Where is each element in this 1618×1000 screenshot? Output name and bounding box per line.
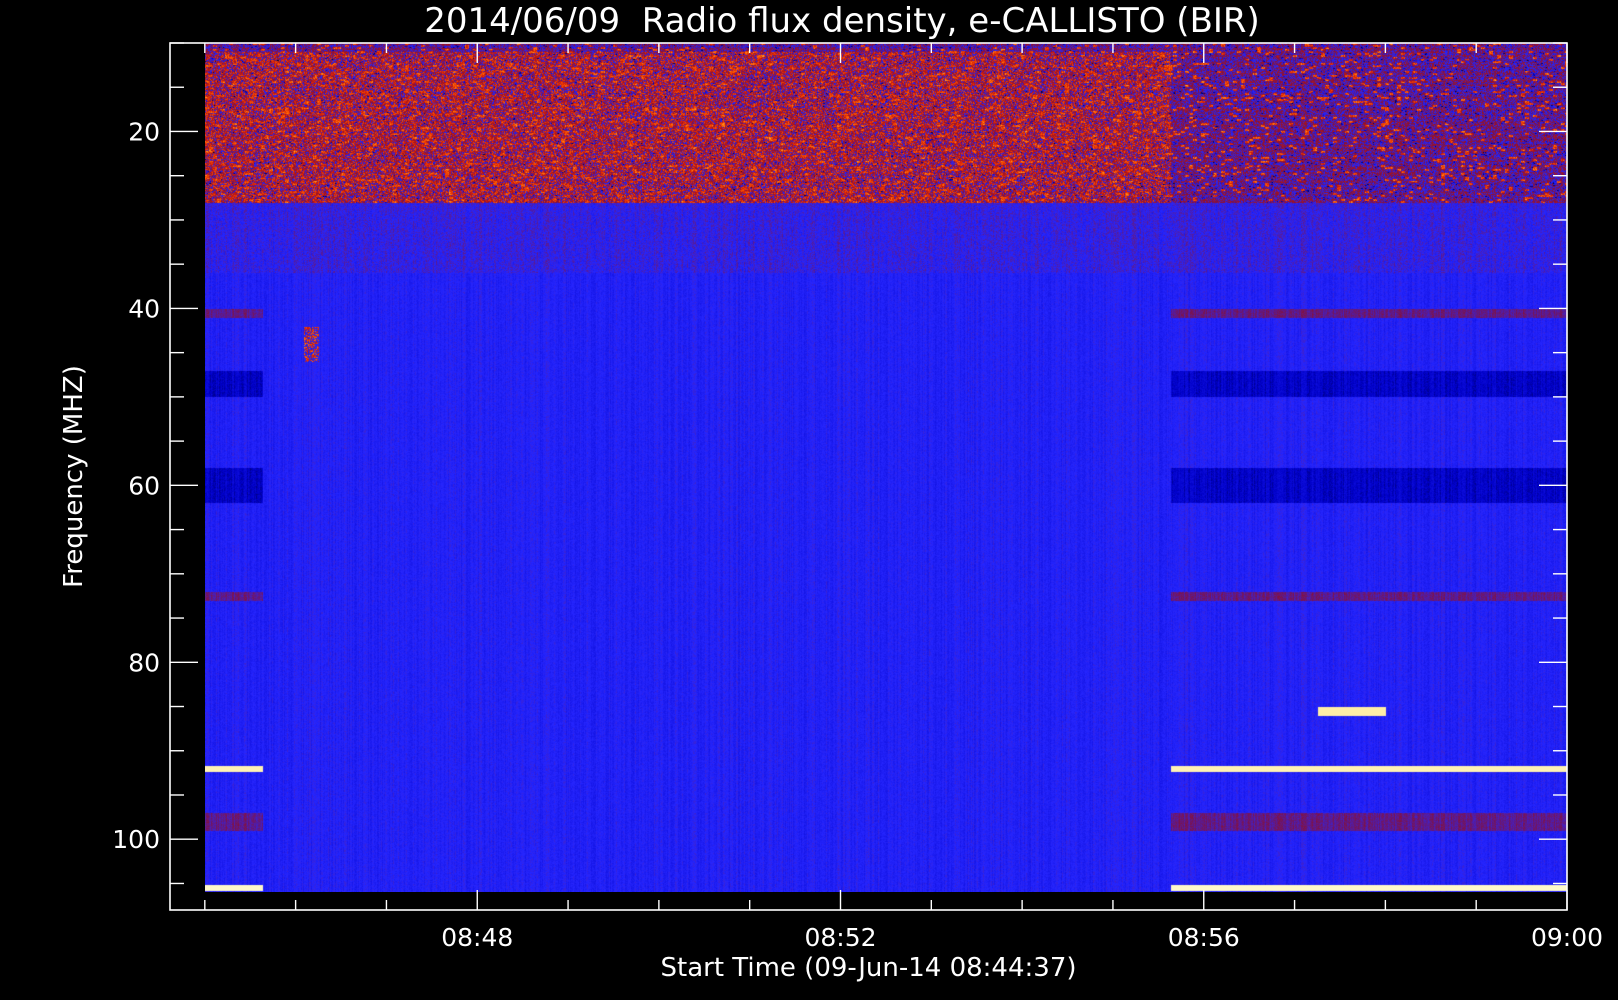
spectrogram-image: [205, 43, 1567, 892]
x-tick-label: 08:56: [1168, 923, 1240, 952]
y-axis-label: Frequency (MHZ): [59, 365, 89, 588]
chart-title: 2014/06/09 Radio flux density, e-CALLIST…: [424, 1, 1260, 41]
y-tick-label: 80: [128, 648, 160, 677]
heatmap-canvas: [205, 43, 1567, 892]
y-tick-label: 60: [128, 471, 160, 500]
x-tick-label: 08:52: [804, 923, 876, 952]
y-tick-label: 20: [128, 117, 160, 146]
spectrogram-chart: 2014/06/09 Radio flux density, e-CALLIST…: [59, 1, 1603, 983]
x-tick-label: 09:00: [1531, 923, 1603, 952]
x-tick-label: 08:48: [441, 923, 513, 952]
plot-area: [169, 42, 1568, 911]
y-tick-label: 40: [128, 294, 160, 323]
y-tick-label: 100: [112, 825, 160, 854]
x-axis-label: Start Time (09-Jun-14 08:44:37): [661, 953, 1077, 983]
